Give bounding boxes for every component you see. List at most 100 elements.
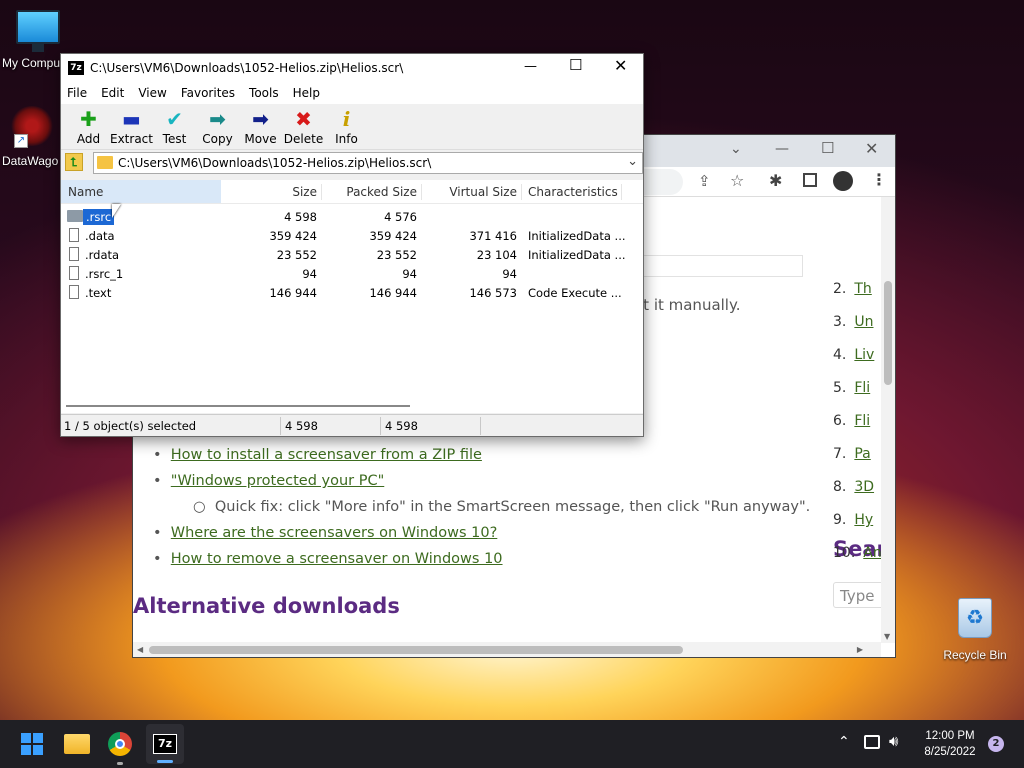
test-button[interactable]: ✔ Test	[153, 104, 196, 149]
sevenzip-window[interactable]: 7z C:\Users\VM6\Downloads\1052-Helios.zi…	[60, 53, 644, 437]
virtual-size: 23 104	[476, 248, 517, 262]
menu-item-favorites[interactable]: Favorites	[181, 86, 235, 100]
list-item-number: 8.	[833, 479, 847, 495]
list-item-number: 10.	[833, 545, 856, 561]
list-item-link[interactable]: 3D	[854, 479, 874, 495]
list-item[interactable]: 5. Fli	[833, 380, 882, 413]
column-header-virtual-size[interactable]: Virtual Size	[421, 185, 517, 199]
list-item-link[interactable]: Pa	[854, 446, 870, 462]
list-item[interactable]: 2. Th	[833, 281, 882, 314]
table-row[interactable]: .rsrc 4 598 4 576	[61, 207, 643, 226]
minus-icon: ▬	[122, 107, 141, 131]
packed-size: 146 944	[369, 286, 417, 300]
file-name: .text	[85, 286, 112, 300]
info-button[interactable]: i Info	[325, 104, 368, 149]
link-install-zip[interactable]: How to install a screensaver from a ZIP …	[171, 447, 482, 463]
menu-item-edit[interactable]: Edit	[101, 86, 124, 100]
chevron-down-icon[interactable]: ⌄	[627, 154, 638, 169]
list-item-link[interactable]: Fli	[854, 413, 870, 429]
sidebar-icon[interactable]	[803, 173, 817, 187]
packed-size: 23 552	[376, 248, 417, 262]
extract-button[interactable]: ▬ Extract	[110, 104, 153, 149]
list-item-link[interactable]: Liv	[854, 347, 874, 363]
vertical-scrollbar[interactable]: ▼	[881, 197, 895, 643]
taskbar-7zip[interactable]: 7z	[146, 724, 184, 764]
toolbar-button-label: Move	[244, 132, 277, 146]
path-combobox[interactable]: C:\Users\VM6\Downloads\1052-Helios.zip\H…	[93, 152, 643, 174]
link-remove-screensaver[interactable]: How to remove a screensaver on Windows 1…	[171, 551, 503, 567]
taskbar-file-explorer[interactable]	[60, 729, 94, 759]
table-row[interactable]: .rsrc_1 94 94 94	[61, 264, 643, 283]
maximize-icon[interactable]: ☐	[569, 56, 582, 74]
start-button[interactable]	[15, 729, 49, 759]
copy-button[interactable]: ➡ Copy	[196, 104, 239, 149]
menu-item-view[interactable]: View	[138, 86, 166, 100]
column-header-characteristics[interactable]: Characteristics	[528, 185, 618, 199]
page-input-box[interactable]	[641, 255, 803, 277]
star-icon[interactable]: ☆	[730, 171, 744, 190]
extensions-icon[interactable]: ✱	[769, 171, 782, 190]
list-item-link[interactable]: Fli	[854, 380, 870, 396]
move-button[interactable]: ➡ Move	[239, 104, 282, 149]
list-item[interactable]: 7. Pa	[833, 446, 882, 479]
minimize-icon[interactable]: —	[775, 141, 789, 157]
clock[interactable]: 12:00 PM 8/25/2022	[915, 728, 985, 760]
list-item-link[interactable]: Un	[854, 314, 873, 330]
scrollbar-thumb[interactable]	[884, 281, 892, 385]
file-list[interactable]: Name Size Packed Size Virtual Size Chara…	[61, 180, 643, 413]
network-icon[interactable]	[864, 735, 880, 749]
folder-icon	[64, 734, 90, 754]
menu-item-tools[interactable]: Tools	[249, 86, 279, 100]
profile-icon[interactable]	[833, 171, 853, 191]
link-where-screensavers[interactable]: Where are the screensavers on Windows 10…	[171, 525, 498, 541]
list-item-number: 6.	[833, 413, 847, 429]
list-item[interactable]: 10. An	[833, 545, 882, 578]
chevron-up-icon[interactable]: ⌃	[838, 734, 850, 750]
delete-button[interactable]: ✖ Delete	[282, 104, 325, 149]
windows-logo-icon	[21, 733, 43, 755]
list-item-link[interactable]: Th	[854, 281, 871, 297]
sevenzip-titlebar[interactable]: 7z C:\Users\VM6\Downloads\1052-Helios.zi…	[61, 54, 643, 82]
characteristics: Code Execute ...	[528, 286, 622, 300]
scrollbar-thumb[interactable]	[66, 405, 410, 407]
close-icon[interactable]: ✕	[865, 139, 878, 158]
list-item[interactable]: 9. Hy	[833, 512, 882, 545]
menu-item-help[interactable]: Help	[293, 86, 320, 100]
table-row[interactable]: .data 359 424 359 424 371 416 InitializedDat…	[61, 226, 643, 245]
desktop-icon-recycle-bin[interactable]: ♻ Recycle Bin	[935, 598, 1015, 662]
column-header-name[interactable]: Name	[61, 180, 221, 203]
horizontal-scrollbar[interactable]: ◀ ▶	[133, 642, 881, 657]
list-item[interactable]: 6. Fli	[833, 413, 882, 446]
link-windows-protected[interactable]: "Windows protected your PC"	[171, 473, 384, 489]
chevron-down-icon[interactable]: ⌄	[730, 141, 742, 157]
list-item[interactable]: 4. Liv	[833, 347, 882, 380]
characteristics: InitializedData ...	[528, 229, 626, 243]
column-header-packed-size[interactable]: Packed Size	[321, 185, 417, 199]
mouse-cursor	[112, 204, 121, 218]
list-item-link[interactable]: Hy	[854, 512, 873, 528]
more-menu-icon[interactable]: ⋮	[871, 170, 887, 189]
menu-item-file[interactable]: File	[67, 86, 87, 100]
share-icon[interactable]: ⇪	[698, 172, 711, 190]
menu-bar: File Edit View Favorites Tools Help	[61, 82, 643, 104]
scrollbar-thumb[interactable]	[149, 646, 683, 654]
horizontal-scrollbar[interactable]	[61, 401, 643, 413]
notification-badge[interactable]: 2	[988, 736, 1004, 752]
table-row[interactable]: .text 146 944 146 944 146 573 Code Execute .…	[61, 283, 643, 302]
list-item-link[interactable]: An	[863, 545, 881, 561]
up-folder-icon[interactable]: ⮤	[65, 153, 83, 171]
add-button[interactable]: ✚ Add	[67, 104, 110, 149]
list-item[interactable]: 3. Un	[833, 314, 882, 347]
minimize-icon[interactable]: —	[524, 59, 537, 74]
folder-icon	[67, 210, 83, 222]
list-item[interactable]: 8. 3D	[833, 479, 882, 512]
maximize-icon[interactable]: ☐	[821, 139, 834, 157]
chrome-icon	[108, 732, 132, 756]
column-header-size[interactable]: Size	[221, 185, 317, 199]
table-row[interactable]: .rdata 23 552 23 552 23 104 InitializedData …	[61, 245, 643, 264]
datawagon-icon: ↗	[10, 106, 54, 148]
close-icon[interactable]: ✕	[614, 56, 627, 75]
volume-icon[interactable]: 🔊︎	[889, 732, 898, 750]
plus-icon: ✚	[80, 107, 97, 131]
taskbar-chrome[interactable]	[103, 729, 137, 765]
